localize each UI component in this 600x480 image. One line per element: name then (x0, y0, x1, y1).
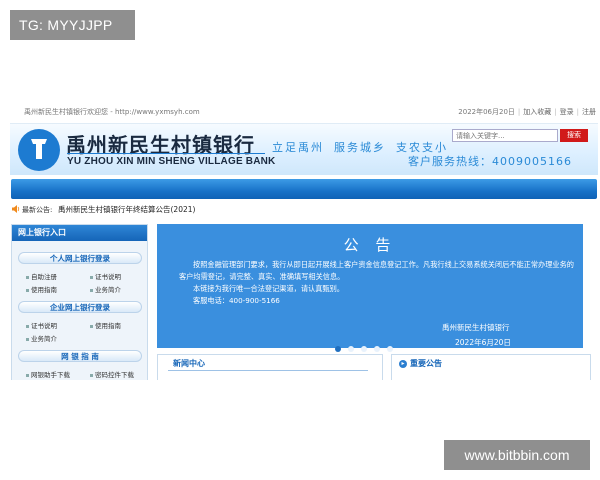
main-nav-bar (11, 179, 597, 199)
search-button[interactable]: 搜索 (560, 129, 588, 142)
add-favorite-link[interactable]: 加入收藏 (523, 108, 551, 116)
current-date: 2022年06月20日 (458, 108, 515, 116)
watermark-top: TG: MYYJJPP (10, 10, 135, 40)
divider (67, 153, 265, 154)
divider (168, 370, 368, 371)
sidebar-link-assistant-download[interactable]: 网银助手下载 (26, 369, 70, 379)
sidebar-link-intro[interactable]: 业务简介 (26, 333, 57, 343)
important-announcements-panel: ▸ 重要公告 (391, 354, 591, 380)
announcement-banner[interactable]: 公 告 按照金融管理部门要求，我行从即日起开展线上客户资金信息登记工作。凡我行线… (157, 224, 583, 352)
carousel-dot[interactable] (387, 346, 393, 352)
sidebar-link-intro[interactable]: 业务简介 (90, 284, 121, 294)
sidebar-link-guide[interactable]: 使用指南 (90, 320, 121, 330)
tab-important-announcements[interactable]: 重要公告 (410, 358, 442, 369)
carousel-dot[interactable] (348, 346, 354, 352)
register-link[interactable]: 注册 (582, 108, 596, 116)
personal-banking-login-button[interactable]: 个人网上银行登录 (18, 252, 142, 264)
slogan-item: 服务城乡 (334, 141, 386, 154)
top-bar: 禹州新民生村镇银行欢迎您 - http://www.yxmsyh.com 202… (10, 102, 598, 120)
search-input[interactable] (452, 129, 558, 142)
bank-name-en: YU ZHOU XIN MIN SHENG VILLAGE BANK (67, 156, 276, 167)
speaker-icon (12, 205, 20, 213)
slogan-item: 立足禹州 (272, 141, 324, 154)
news-center-panel: 新闻中心 (157, 354, 383, 380)
notice-bar: 最新公告: 禹州新民生村镇银行年终结算公告(2021) (10, 201, 598, 218)
enterprise-banking-login-button[interactable]: 企业网上银行登录 (18, 301, 142, 313)
sidebar-link-certificate[interactable]: 证书说明 (26, 320, 57, 330)
tab-news-center[interactable]: 新闻中心 (173, 358, 205, 369)
ebank-guide-button[interactable]: 网 银 指 南 (18, 350, 142, 362)
welcome-text: 禹州新民生村镇银行欢迎您 - http://www.yxmsyh.com (24, 108, 200, 116)
carousel-dots (335, 337, 400, 352)
banner-body: 按照金融管理部门要求，我行从即日起开展线上客户资金信息登记工作。凡我行线上交易系… (179, 259, 574, 307)
banner-title: 公 告 (343, 236, 397, 254)
sidebar-link-guide[interactable]: 使用指南 (26, 284, 57, 294)
notice-link[interactable]: 禹州新民生村镇银行年终结算公告(2021) (58, 204, 195, 215)
bank-page: 禹州新民生村镇银行欢迎您 - http://www.yxmsyh.com 202… (10, 102, 598, 380)
carousel-dot[interactable] (374, 346, 380, 352)
bank-logo-icon (18, 129, 60, 171)
top-links: 2022年06月20日 | 加入收藏 | 登录 | 注册 (458, 108, 596, 116)
sidebar-title: 网上银行入口 (12, 225, 147, 241)
banner-phone: 客服电话：400-900-5166 (193, 296, 280, 305)
banner-date: 2022年6月20日 (455, 338, 511, 347)
sidebar-link-password-control-download[interactable]: 密码控件下载 (90, 369, 134, 379)
sidebar-link-certificate[interactable]: 证书说明 (90, 271, 121, 281)
watermark-bottom: www.bitbbin.com (444, 440, 590, 470)
carousel-dot[interactable] (361, 346, 367, 352)
header: 禹州新民生村镇银行 YU ZHOU XIN MIN SHENG VILLAGE … (10, 123, 598, 175)
banner-paragraph: 本链接为我行唯一合法登记渠道，请认真甄别。 (193, 284, 344, 293)
sidebar-link-self-register[interactable]: 自助注册 (26, 271, 57, 281)
carousel-dot[interactable] (335, 346, 341, 352)
banner-signature: 禹州新民生村镇银行 (442, 323, 510, 332)
login-link[interactable]: 登录 (560, 108, 574, 116)
arrow-right-icon: ▸ (399, 360, 407, 368)
notice-label: 最新公告: (22, 206, 53, 214)
banner-paragraph: 按照金融管理部门要求，我行从即日起开展线上客户资金信息登记工作。凡我行线上交易系… (179, 260, 574, 281)
sidebar: 网上银行入口 个人网上银行登录 自助注册 证书说明 使用指南 业务简介 企业网上… (11, 224, 148, 380)
hotline: 客户服务热线：4009005166 (408, 155, 572, 168)
